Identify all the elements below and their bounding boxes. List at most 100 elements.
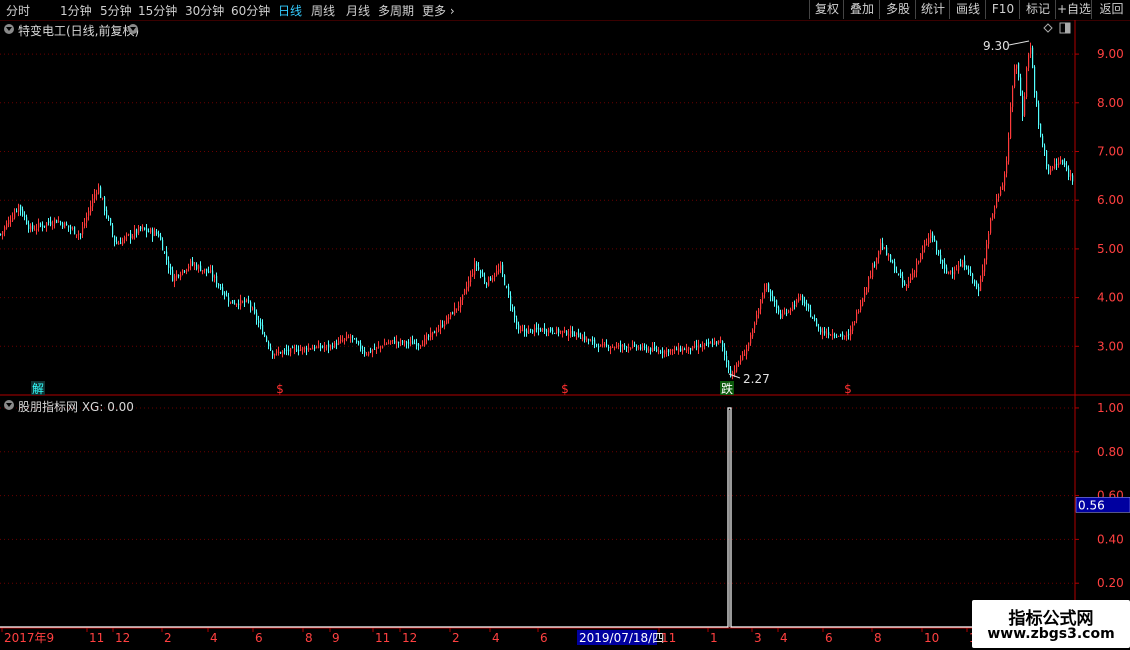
candle-body — [1052, 166, 1054, 168]
candle-body — [644, 346, 646, 348]
candle-body — [576, 332, 578, 335]
candle-body — [356, 340, 358, 343]
candle-body — [478, 267, 480, 270]
candle-body — [128, 234, 130, 236]
candle-body — [176, 274, 178, 277]
candle-body — [626, 346, 628, 349]
chevron-down-icon[interactable] — [4, 400, 14, 410]
candle-body — [680, 348, 682, 352]
candle-body — [980, 279, 982, 291]
candle-body — [8, 219, 10, 225]
candle-body — [260, 322, 262, 326]
candle-body — [702, 344, 704, 347]
candle-body — [312, 348, 314, 350]
candle-body — [1044, 145, 1046, 151]
x-tick-label: 8 — [305, 631, 313, 645]
candle-body — [534, 327, 536, 332]
candle-body — [778, 307, 780, 313]
candle-body — [322, 346, 324, 348]
candle-body — [1056, 163, 1058, 165]
candle-body — [140, 226, 142, 229]
candle-body — [646, 347, 648, 351]
candle-body — [524, 329, 526, 332]
candle-body — [888, 254, 890, 257]
candle-body — [992, 213, 994, 218]
candle-body — [372, 350, 374, 352]
candle-body — [938, 250, 940, 254]
candle-body — [612, 346, 614, 348]
candle-body — [480, 270, 482, 274]
chevron-down-icon[interactable] — [128, 24, 138, 34]
low-price-label: 2.27 — [743, 372, 770, 386]
candle-body — [1018, 63, 1020, 78]
xg-signal-line — [0, 407, 1075, 628]
candle-body — [84, 223, 86, 226]
main-tick-label: 4.00 — [1097, 291, 1124, 305]
candle-body — [866, 287, 868, 294]
candle-body — [686, 348, 688, 351]
candle-body — [246, 299, 248, 302]
candle-body — [628, 346, 630, 349]
candle-body — [592, 339, 594, 341]
candle-body — [952, 272, 954, 274]
candle-body — [506, 286, 508, 288]
candle-body — [432, 331, 434, 335]
candle-body — [956, 269, 958, 271]
candle-body — [868, 277, 870, 289]
candle-body — [484, 277, 486, 283]
candle-body — [670, 349, 672, 352]
candle-body — [690, 348, 692, 350]
candle-body — [352, 335, 354, 338]
candle-body — [570, 330, 572, 334]
candle-body — [622, 344, 624, 347]
candle-body — [230, 301, 232, 304]
candle-body — [448, 317, 450, 319]
candle-body — [364, 351, 366, 354]
candle-body — [560, 331, 562, 333]
candle-body — [274, 353, 276, 356]
candle-body — [496, 270, 498, 276]
x-tick-label: 4 — [492, 631, 500, 645]
high-price-arrow — [1008, 40, 1030, 46]
watermark-url: www.zbgs3.com — [987, 626, 1115, 642]
candle-body — [218, 283, 220, 286]
candle-body — [136, 229, 138, 234]
candle-body — [34, 229, 36, 231]
candle-body — [450, 312, 452, 317]
candle-body — [816, 319, 818, 327]
candle-body — [44, 225, 46, 227]
candle-body — [374, 348, 376, 350]
candle-body — [838, 335, 840, 337]
chevron-down-icon[interactable] — [4, 24, 14, 34]
candle-body — [684, 348, 686, 351]
candle-body — [340, 339, 342, 342]
candle-body — [856, 312, 858, 321]
candle-body — [58, 221, 60, 223]
candle-body — [370, 350, 372, 353]
candle-body — [1068, 168, 1070, 177]
x-tick-label: 6 — [540, 631, 548, 645]
candle-body — [296, 349, 298, 352]
main-tick-label: 5.00 — [1097, 242, 1124, 256]
candle-body — [696, 345, 698, 348]
candle-body — [444, 323, 446, 327]
candle-body — [568, 334, 570, 336]
candle-body — [682, 348, 684, 352]
candle-body — [100, 187, 102, 198]
candle-body — [82, 227, 84, 235]
candle-body — [342, 340, 344, 342]
candle-body — [742, 354, 744, 360]
candle-body — [224, 292, 226, 296]
candle-body — [830, 334, 832, 336]
candle-body — [14, 212, 16, 218]
candle-body — [118, 242, 120, 245]
candle-body — [454, 308, 456, 315]
candle-body — [752, 329, 754, 337]
candle-body — [620, 345, 622, 347]
candle-body — [844, 335, 846, 337]
candle-body — [1036, 92, 1038, 104]
candle-body — [974, 280, 976, 284]
candle-body — [66, 223, 68, 226]
candle-body — [168, 261, 170, 268]
candle-body — [996, 198, 998, 208]
